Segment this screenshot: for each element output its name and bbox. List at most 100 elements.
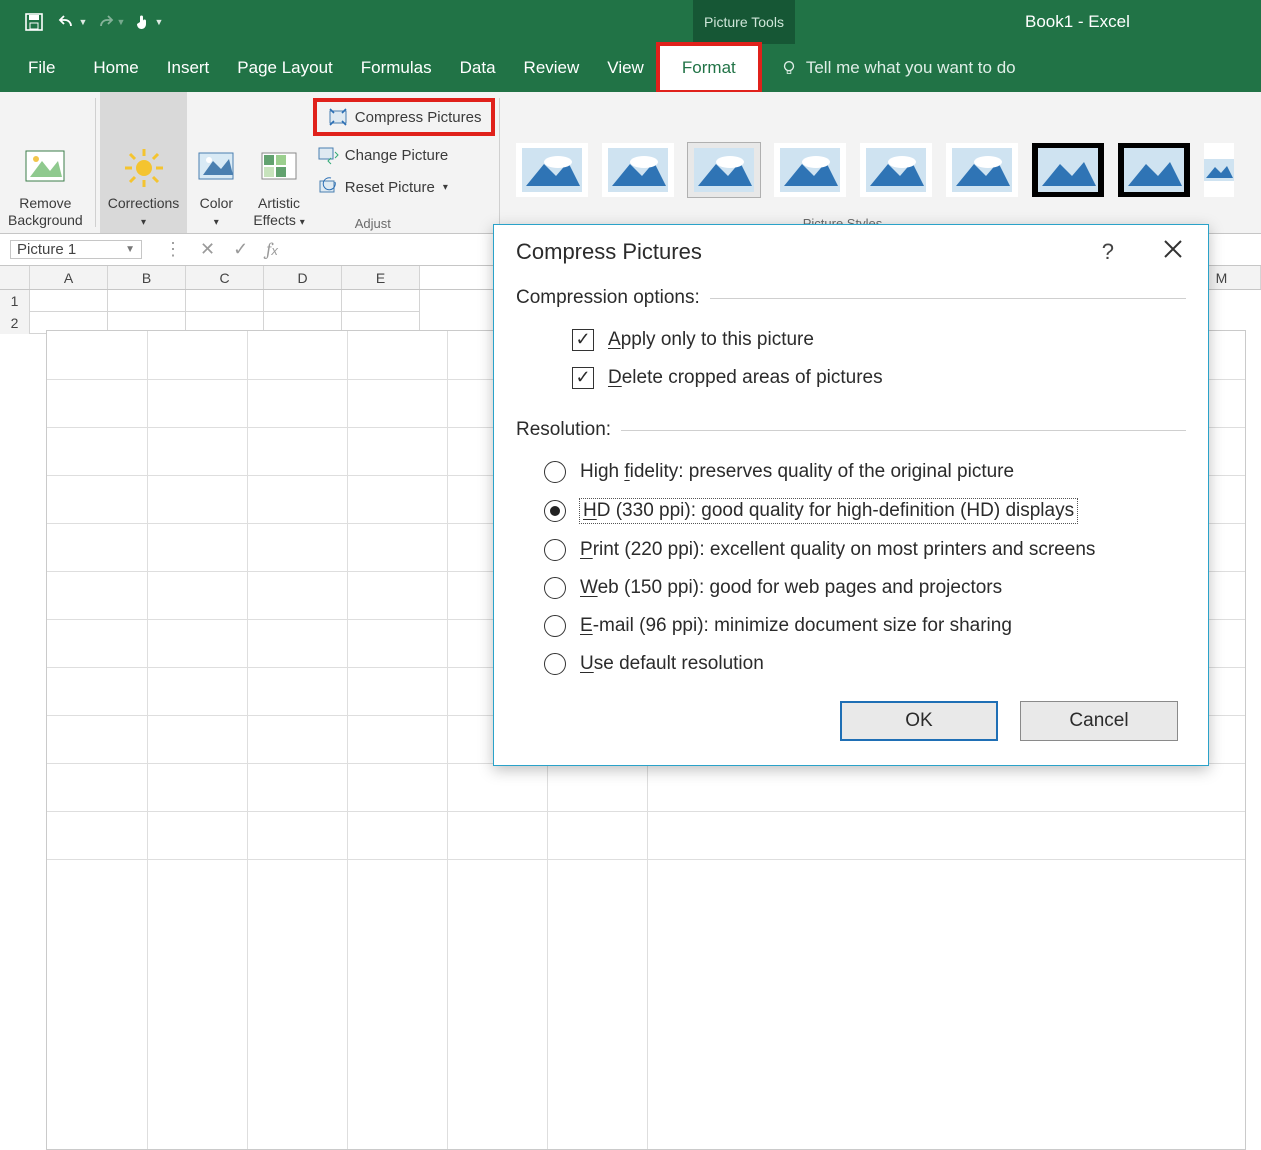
tab-page-layout[interactable]: Page Layout (223, 44, 346, 92)
chevron-down-icon: ▾ (443, 182, 448, 193)
dialog-titlebar: Compress Pictures ? (494, 225, 1208, 279)
tell-me-label: Tell me what you want to do (806, 58, 1016, 78)
window-title: Book1 - Excel (1025, 0, 1130, 44)
tab-format[interactable]: Format (658, 44, 760, 92)
adjust-group-label: Adjust (223, 216, 523, 231)
row-header-1[interactable]: 1 (0, 290, 30, 312)
col-header-d[interactable]: D (264, 266, 342, 289)
redo-button[interactable]: ▼ (94, 8, 126, 36)
delete-cropped-checkbox[interactable]: Delete cropped areas of pictures (516, 359, 1186, 397)
style-thumb-7[interactable] (1032, 143, 1104, 197)
close-icon (1162, 238, 1184, 260)
high-fidelity-label: High fidelity: preserves quality of the … (580, 461, 1014, 483)
radio-hd[interactable]: HD (330 ppi): good quality for high-defi… (516, 491, 1186, 531)
resolution-label: Resolution: (516, 419, 611, 441)
col-header-e[interactable]: E (342, 266, 420, 289)
tab-review[interactable]: Review (510, 44, 594, 92)
ok-button[interactable]: OK (840, 701, 998, 741)
compress-label: Compress Pictures (355, 109, 482, 126)
tab-insert[interactable]: Insert (153, 44, 224, 92)
remove-background-button[interactable]: Remove Background (0, 92, 91, 233)
picture-tools-context-tab: Picture Tools (693, 0, 795, 44)
compress-pictures-button[interactable]: Compress Pictures (313, 98, 496, 136)
dialog-title: Compress Pictures (516, 239, 702, 265)
help-button[interactable]: ? (1102, 239, 1114, 265)
save-button[interactable] (18, 8, 50, 36)
tab-file[interactable]: File (14, 44, 69, 92)
apply-only-checkbox[interactable]: Apply only to this picture (516, 321, 1186, 359)
undo-button[interactable]: ▼ (56, 8, 88, 36)
reset-picture-button[interactable]: Reset Picture ▾ (313, 174, 496, 200)
radio-icon (544, 461, 566, 483)
radio-web[interactable]: Web (150 ppi): good for web pages and pr… (516, 569, 1186, 607)
checkbox-icon (572, 367, 594, 389)
radio-icon (544, 500, 566, 522)
tab-home[interactable]: Home (79, 44, 152, 92)
web-label: Web (150 ppi): good for web pages and pr… (580, 577, 1002, 599)
lightbulb-icon (780, 59, 798, 77)
title-bar: ▼ ▼ ▼ Picture Tools Book1 - Excel (0, 0, 1261, 44)
touch-mode-button[interactable]: ▼ (132, 8, 164, 36)
radio-print[interactable]: Print (220 ppi): excellent quality on mo… (516, 531, 1186, 569)
compress-icon (327, 106, 349, 128)
select-all-corner[interactable] (0, 266, 30, 289)
style-thumb-8[interactable] (1118, 143, 1190, 197)
tab-view[interactable]: View (593, 44, 658, 92)
style-thumb-5[interactable] (860, 143, 932, 197)
print-label: Print (220 ppi): excellent quality on mo… (580, 539, 1095, 561)
chevron-down-icon: ▼ (125, 244, 135, 255)
style-thumb-6[interactable] (946, 143, 1018, 197)
style-thumb-4[interactable] (774, 143, 846, 197)
radio-email[interactable]: E-mail (96 ppi): minimize document size … (516, 607, 1186, 645)
col-header-b[interactable]: B (108, 266, 186, 289)
col-header-a[interactable]: A (30, 266, 108, 289)
reset-picture-label: Reset Picture (345, 179, 435, 196)
color-button[interactable]: Color▾ (187, 92, 245, 233)
sun-icon (123, 147, 165, 189)
style-thumb-1[interactable] (516, 143, 588, 197)
confirm-entry-icon[interactable]: ✓ (233, 239, 248, 260)
remove-bg-icon (24, 147, 66, 189)
redo-icon (95, 12, 115, 32)
change-picture-icon (317, 144, 339, 166)
style-thumb-9[interactable] (1204, 143, 1234, 197)
hd-label: HD (330 ppi): good quality for high-defi… (580, 499, 1077, 523)
cancel-button[interactable]: Cancel (1020, 701, 1178, 741)
tab-data[interactable]: Data (446, 44, 510, 92)
close-button[interactable] (1162, 238, 1184, 266)
picture-color-icon (195, 147, 237, 189)
fx-icon[interactable]: fx (266, 239, 278, 260)
reset-picture-icon (317, 176, 339, 198)
delete-cropped-label: Delete cropped areas of pictures (608, 367, 883, 389)
artistic-icon (258, 147, 300, 189)
checkbox-icon (572, 329, 594, 351)
corrections-button[interactable]: Corrections▾ (100, 92, 188, 233)
change-picture-button[interactable]: Change Picture (313, 142, 496, 168)
radio-high-fidelity[interactable]: High fidelity: preserves quality of the … (516, 453, 1186, 491)
quick-access-toolbar: ▼ ▼ ▼ (0, 8, 164, 36)
email-label: E-mail (96 ppi): minimize document size … (580, 615, 1012, 637)
radio-icon (544, 539, 566, 561)
tab-formulas[interactable]: Formulas (347, 44, 446, 92)
radio-icon (544, 653, 566, 675)
hand-icon (133, 12, 153, 32)
undo-icon (57, 12, 77, 32)
tell-me-search[interactable]: Tell me what you want to do (780, 58, 1016, 78)
cancel-entry-icon[interactable]: ✕ (200, 239, 215, 260)
row-header-2[interactable]: 2 (0, 312, 30, 334)
ribbon-tabs: File Home Insert Page Layout Formulas Da… (0, 44, 1261, 92)
style-thumb-3[interactable] (688, 143, 760, 197)
radio-default[interactable]: Use default resolution (516, 645, 1186, 683)
col-header-c[interactable]: C (186, 266, 264, 289)
compression-options-label: Compression options: (516, 287, 700, 309)
apply-only-label: Apply only to this picture (608, 329, 814, 351)
save-icon (24, 12, 44, 32)
artistic-effects-button[interactable]: Artistic Effects ▾ (245, 92, 312, 233)
corrections-label: Corrections▾ (108, 195, 180, 229)
ribbon-format: Remove Background Corrections▾ Color▾ Ar… (0, 92, 1261, 234)
name-box[interactable]: Picture 1 ▼ (10, 240, 142, 259)
style-thumb-2[interactable] (602, 143, 674, 197)
change-picture-label: Change Picture (345, 147, 448, 164)
name-box-value: Picture 1 (17, 241, 76, 258)
picture-styles-gallery[interactable]: Picture Styles (504, 92, 1261, 233)
